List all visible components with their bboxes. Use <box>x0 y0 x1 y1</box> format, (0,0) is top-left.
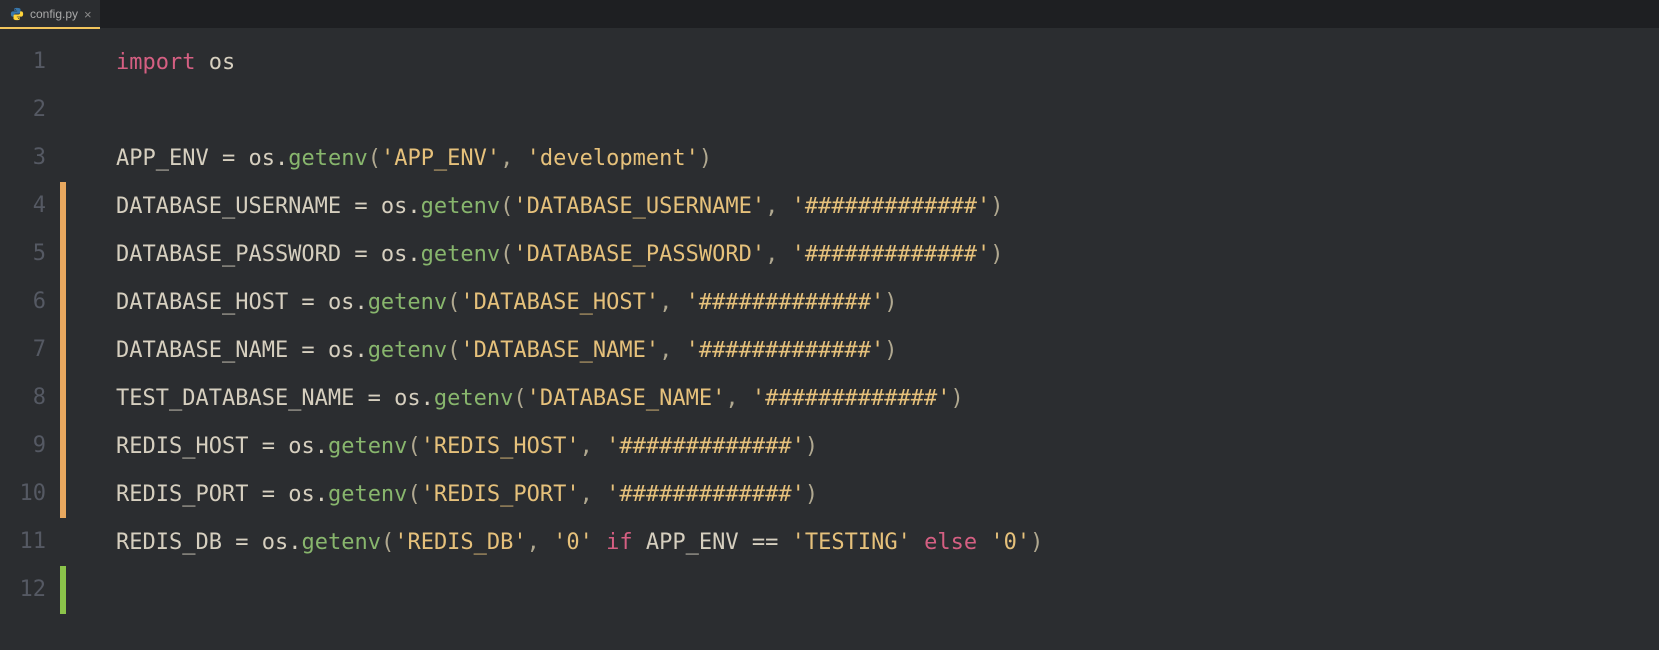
code-line[interactable]: TEST_DATABASE_NAME = os.getenv('DATABASE… <box>66 374 1619 422</box>
line-number: 2 <box>0 86 46 134</box>
code-line[interactable]: REDIS_PORT = os.getenv('REDIS_PORT', '##… <box>66 470 1619 518</box>
code-line[interactable]: REDIS_DB = os.getenv('REDIS_DB', '0' if … <box>66 518 1619 566</box>
python-file-icon <box>10 7 24 21</box>
code-line[interactable]: import os <box>66 38 1619 86</box>
code-line[interactable]: DATABASE_USERNAME = os.getenv('DATABASE_… <box>66 182 1619 230</box>
line-number: 6 <box>0 278 46 326</box>
line-number: 5 <box>0 230 46 278</box>
line-number-gutter: 1 2 3 4 5 6 7 8 9 10 11 12 <box>0 28 60 650</box>
line-number: 1 <box>0 38 46 86</box>
editor-area[interactable]: 1 2 3 4 5 6 7 8 9 10 11 12 import os APP… <box>0 28 1659 650</box>
code-line[interactable] <box>66 86 1619 134</box>
tab-bar: config.py × <box>0 0 1659 28</box>
code-line[interactable]: REDIS_HOST = os.getenv('REDIS_HOST', '##… <box>66 422 1619 470</box>
editor-tab-config[interactable]: config.py × <box>0 0 101 28</box>
code-body[interactable]: import os APP_ENV = os.getenv('APP_ENV',… <box>66 28 1619 650</box>
line-number: 8 <box>0 374 46 422</box>
code-line[interactable]: APP_ENV = os.getenv('APP_ENV', 'developm… <box>66 134 1619 182</box>
code-line[interactable]: DATABASE_NAME = os.getenv('DATABASE_NAME… <box>66 326 1619 374</box>
line-number: 4 <box>0 182 46 230</box>
line-number: 9 <box>0 422 46 470</box>
minimap[interactable] <box>1619 28 1659 650</box>
line-number: 12 <box>0 566 46 614</box>
code-line[interactable]: DATABASE_PASSWORD = os.getenv('DATABASE_… <box>66 230 1619 278</box>
close-tab-icon[interactable]: × <box>84 8 92 21</box>
code-line[interactable]: DATABASE_HOST = os.getenv('DATABASE_HOST… <box>66 278 1619 326</box>
line-number: 10 <box>0 470 46 518</box>
line-number: 7 <box>0 326 46 374</box>
code-line[interactable] <box>66 566 1619 614</box>
line-number: 11 <box>0 518 46 566</box>
line-number: 3 <box>0 134 46 182</box>
tab-filename: config.py <box>30 7 78 21</box>
